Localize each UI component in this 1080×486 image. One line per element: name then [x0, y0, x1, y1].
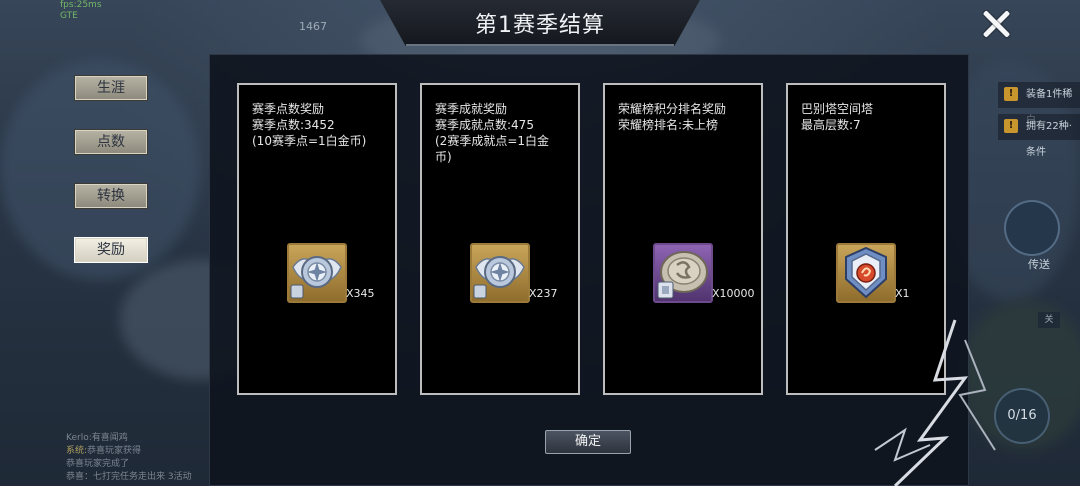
reward-card-season-achievements: 赛季成就奖励 赛季成就点数:475 (2赛季成就点=1白金 币) X237 — [420, 83, 580, 395]
reward-card-babel-tower: 巴别塔空间塔 最高层数:7 X1 — [786, 83, 946, 395]
winged-platinum-medal-icon[interactable] — [287, 243, 347, 303]
winged-platinum-medal-icon[interactable] — [470, 243, 530, 303]
card-detail: 赛季点数:3452 — [252, 118, 335, 132]
tower-crest-icon[interactable] — [836, 243, 896, 303]
chat-line: 系统:恭喜玩家获得 — [66, 446, 142, 456]
reward-card-season-points: 赛季点数奖励 赛季点数:3452 (10赛季点=1白金币) X345 — [237, 83, 397, 395]
reward-quantity: X10000 — [712, 287, 755, 300]
tab-points[interactable]: 点数 — [74, 129, 148, 155]
alert-icon: ! — [1004, 87, 1018, 101]
card-detail: 赛季成就点数:475 — [435, 118, 534, 132]
card-detail: 最高层数:7 — [801, 118, 861, 132]
card-heading: 赛季点数奖励 — [252, 102, 325, 116]
hud-counter: 1467 — [299, 20, 327, 33]
tab-convert[interactable]: 转换 — [74, 183, 148, 209]
card-heading: 巴别塔空间塔 — [801, 102, 874, 116]
quest-tracker-item[interactable]: ! 拥有22种·条件 — [998, 114, 1080, 158]
close-icon[interactable] — [980, 8, 1012, 40]
hud-close-toggle[interactable]: 关 — [1038, 312, 1060, 328]
chat-line: Kerlo:有喜闻鸡 — [66, 433, 128, 443]
teleport-label: 传送 — [1028, 258, 1050, 271]
alert-icon: ! — [1004, 119, 1018, 133]
card-detail: (2赛季成就点=1白金 — [435, 134, 550, 148]
chat-line: 恭喜玩家完成了 — [66, 459, 130, 469]
window-title: 第1赛季结算 — [475, 13, 605, 38]
card-heading: 荣耀榜积分排名奖励 — [618, 102, 727, 116]
card-heading: 赛季成就奖励 — [435, 102, 508, 116]
tab-career[interactable]: 生涯 — [74, 75, 148, 101]
fps-readout: fps:25ms GTE — [60, 0, 102, 21]
reward-quantity: X1 — [895, 287, 910, 300]
card-detail: 币) — [435, 150, 452, 164]
tab-rewards[interactable]: 奖励 — [74, 237, 148, 263]
chat-line: 恭喜：七打完任务走出来 3活动 — [66, 472, 192, 482]
reward-quantity: X237 — [529, 287, 558, 300]
teleport-button[interactable] — [1004, 200, 1060, 256]
chat-log: Kerlo:有喜闻鸡 系统:恭喜玩家获得 恭喜玩家完成了 恭喜：七打完任务走出来… — [66, 432, 192, 484]
stone-coin-icon[interactable] — [653, 243, 713, 303]
quest-tracker-item[interactable]: ! 装备1件稀白 — [998, 82, 1080, 126]
reward-quantity: X345 — [346, 287, 375, 300]
card-detail: 荣耀榜排名:未上榜 — [618, 118, 719, 132]
window-title-bar: 第1赛季结算 — [380, 0, 700, 46]
card-detail: (10赛季点=1白金币) — [252, 134, 367, 148]
confirm-button[interactable]: 确定 — [545, 430, 631, 454]
progress-counter[interactable]: 0/16 — [994, 388, 1050, 444]
reward-card-honor-ranking: 荣耀榜积分排名奖励 荣耀榜排名:未上榜 X10000 — [603, 83, 763, 395]
